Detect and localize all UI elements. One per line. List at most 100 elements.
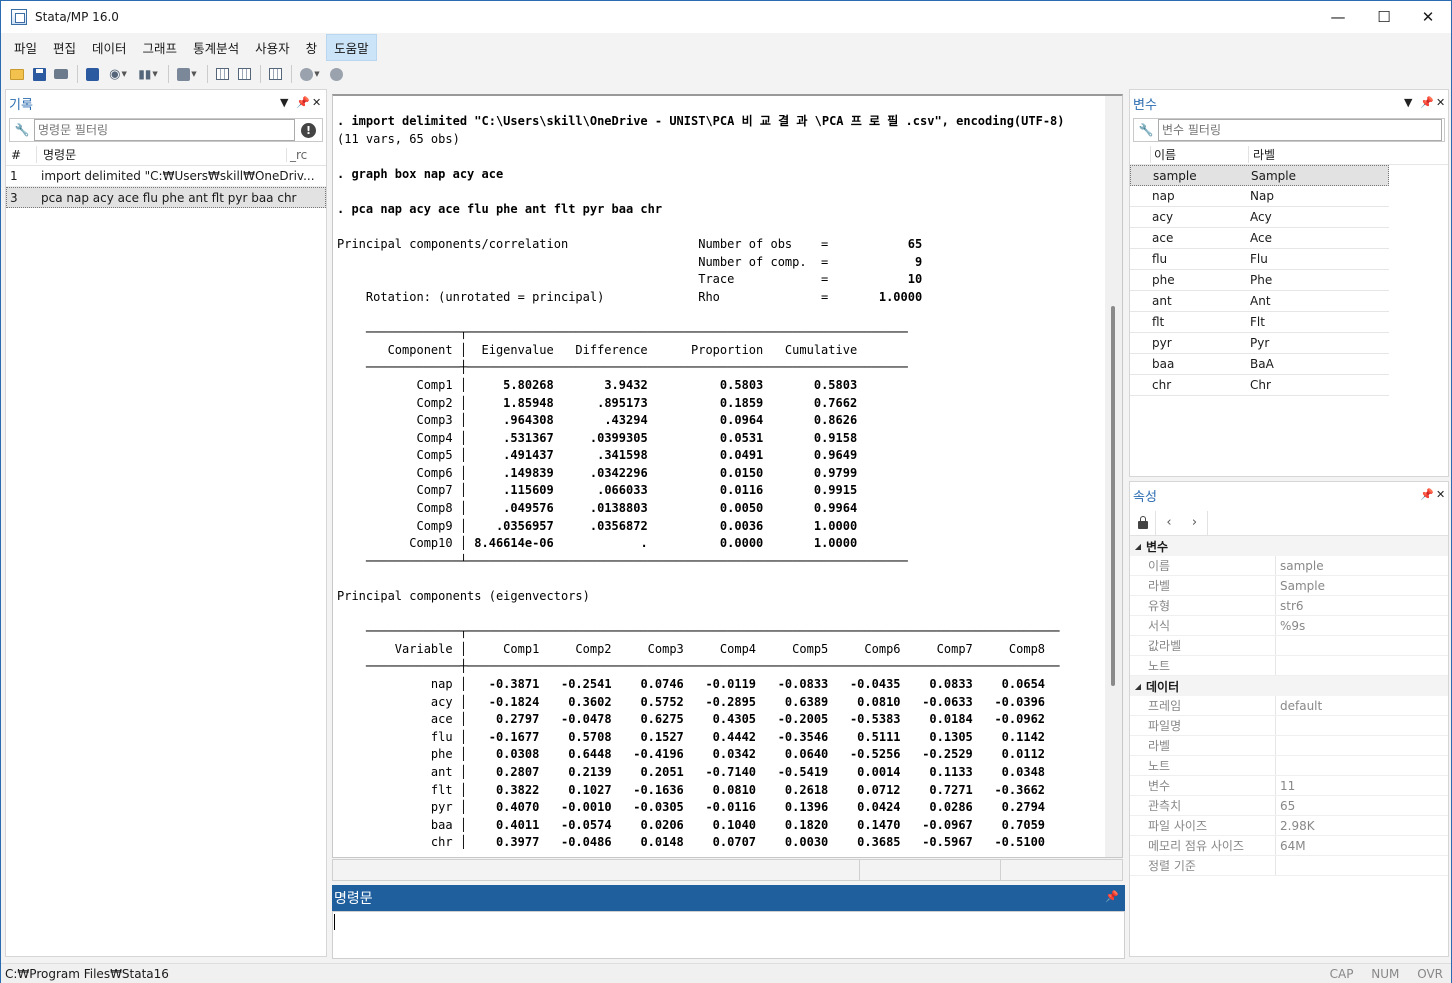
col-name[interactable]: 이름 bbox=[1150, 145, 1248, 163]
variable-row[interactable]: pyr Pyr bbox=[1130, 333, 1389, 354]
variables-manager-icon[interactable] bbox=[265, 64, 285, 84]
eigenvector-row: chr │ 0.3977 -0.0486 0.0148 0.0707 0.003… bbox=[337, 835, 1046, 850]
open-icon[interactable] bbox=[7, 64, 27, 84]
variable-row[interactable]: nap Nap bbox=[1130, 186, 1389, 207]
filter-icon[interactable]: ▼ bbox=[1404, 96, 1412, 109]
output-line: (11 vars, 65 obs) bbox=[337, 131, 460, 146]
print-icon[interactable] bbox=[51, 64, 71, 84]
collapse-icon[interactable]: ◢ bbox=[1130, 542, 1146, 551]
maximize-button[interactable]: ☐ bbox=[1361, 1, 1407, 33]
break-icon[interactable] bbox=[326, 64, 346, 84]
menu-graphics[interactable]: 그래프 bbox=[136, 35, 185, 60]
property-row[interactable]: 유형 str6 bbox=[1130, 596, 1448, 616]
col-num[interactable]: # bbox=[6, 148, 36, 162]
back-icon[interactable]: ‹ bbox=[1156, 511, 1182, 535]
variable-row[interactable]: ant Ant bbox=[1130, 291, 1389, 312]
variable-row[interactable]: phe Phe bbox=[1130, 270, 1389, 291]
forward-icon[interactable]: › bbox=[1182, 510, 1208, 535]
lock-icon[interactable] bbox=[1130, 510, 1156, 535]
wrench-icon[interactable]: 🔧 bbox=[10, 123, 34, 137]
property-row[interactable]: 프레임 default bbox=[1130, 696, 1448, 716]
variable-row[interactable]: chr Chr bbox=[1130, 375, 1389, 396]
eigen-row: Comp9 │ .0356957 .0356872 0.0036 1.0000 bbox=[337, 518, 858, 533]
menu-window[interactable]: 창 bbox=[299, 35, 325, 60]
property-key: 프레임 bbox=[1130, 696, 1276, 715]
history-row[interactable]: 1 import delimited "C:₩Users₩skill₩OneDr… bbox=[6, 166, 326, 187]
properties-panel: 속성 📌 ✕ ‹ › ◢ 변수 이름 sample 라벨 Sample 유형 str6 서식 %9… bbox=[1129, 481, 1449, 957]
variable-row[interactable]: acy Acy bbox=[1130, 207, 1389, 228]
property-value: 11 bbox=[1280, 778, 1296, 793]
variable-row[interactable]: sample Sample bbox=[1130, 165, 1389, 186]
collapse-icon[interactable]: ◢ bbox=[1130, 682, 1146, 691]
property-key: 서식 bbox=[1130, 616, 1276, 635]
variable-row[interactable]: ace Ace bbox=[1130, 228, 1389, 249]
save-icon[interactable] bbox=[29, 64, 49, 84]
col-rc[interactable]: _rc bbox=[286, 147, 307, 162]
eigenvector-row: ant │ 0.2807 0.2139 0.2051 -0.7140 -0.54… bbox=[337, 764, 1046, 779]
pin-icon[interactable]: 📌 bbox=[1420, 96, 1434, 109]
menu-user[interactable]: 사용자 bbox=[248, 35, 297, 60]
property-key: 정렬 기준 bbox=[1130, 856, 1276, 875]
property-row[interactable]: 값라벨 bbox=[1130, 636, 1448, 656]
variable-row[interactable]: baa BaA bbox=[1130, 354, 1389, 375]
variables-header: 이름 라벨 bbox=[1130, 144, 1448, 165]
filter-icon[interactable]: ▼ bbox=[280, 96, 288, 109]
property-row[interactable]: 노트 bbox=[1130, 756, 1448, 776]
col-label[interactable]: 라벨 bbox=[1248, 145, 1275, 163]
minimize-button[interactable]: — bbox=[1315, 1, 1361, 33]
command-input[interactable] bbox=[332, 911, 1125, 959]
property-row[interactable]: 서식 %9s bbox=[1130, 616, 1448, 636]
history-filter-input[interactable] bbox=[34, 119, 295, 141]
menu-data[interactable]: 데이터 bbox=[85, 35, 134, 60]
close-panel-icon[interactable]: ✕ bbox=[1436, 488, 1445, 501]
property-row[interactable]: 파일명 bbox=[1130, 716, 1448, 736]
alert-icon[interactable]: ! bbox=[301, 122, 316, 138]
properties-section[interactable]: ◢ 변수 bbox=[1130, 536, 1448, 556]
close-panel-icon[interactable]: ✕ bbox=[1436, 96, 1445, 109]
property-row[interactable]: 라벨 bbox=[1130, 736, 1448, 756]
history-row[interactable]: 3 pca nap acy ace flu phe ant flt pyr ba… bbox=[6, 187, 326, 208]
col-command[interactable]: 명령문 bbox=[36, 146, 286, 163]
property-row[interactable]: 관측치 65 bbox=[1130, 796, 1448, 816]
data-editor-browse-icon[interactable] bbox=[234, 64, 254, 84]
more-icon[interactable]: ▼ bbox=[296, 64, 324, 84]
property-row[interactable]: 라벨 Sample bbox=[1130, 576, 1448, 596]
results-scrollbar[interactable] bbox=[1105, 96, 1122, 857]
property-row[interactable]: 정렬 기준 bbox=[1130, 856, 1448, 876]
results-bottom-bar bbox=[332, 859, 1123, 881]
stata-app-icon bbox=[11, 9, 27, 25]
properties-section[interactable]: ◢ 데이터 bbox=[1130, 676, 1448, 696]
menu-edit[interactable]: 편집 bbox=[46, 35, 83, 60]
property-row[interactable]: 파일 사이즈 2.98K bbox=[1130, 816, 1448, 836]
status-num: NUM bbox=[1371, 966, 1400, 981]
variable-label: Flu bbox=[1250, 252, 1268, 266]
data-editor-edit-icon[interactable] bbox=[212, 64, 232, 84]
pin-icon[interactable]: 📌 bbox=[296, 96, 310, 109]
results-window[interactable]: . import delimited "C:\Users\skill\OneDr… bbox=[332, 94, 1123, 858]
pin-icon[interactable]: 📌 bbox=[1105, 890, 1119, 903]
do-file-editor-icon[interactable]: ▼ bbox=[173, 64, 201, 84]
menu-statistics[interactable]: 통계분석 bbox=[186, 35, 246, 60]
menu-help[interactable]: 도움말 bbox=[326, 33, 377, 61]
variable-label: Ace bbox=[1250, 231, 1272, 245]
property-row[interactable]: 노트 bbox=[1130, 656, 1448, 676]
viewer-icon[interactable]: ◉ ▼ bbox=[104, 64, 132, 84]
variable-row[interactable]: flt Flt bbox=[1130, 312, 1389, 333]
graph-icon[interactable]: ▮▮ ▼ bbox=[134, 64, 162, 84]
section-label: 변수 bbox=[1146, 539, 1169, 554]
status-path: C:₩Program Files₩Stata16 bbox=[5, 966, 169, 981]
close-button[interactable]: ✕ bbox=[1405, 1, 1451, 33]
log-icon[interactable] bbox=[82, 64, 102, 84]
variables-filter-input[interactable] bbox=[1158, 119, 1442, 141]
wrench-icon[interactable]: 🔧 bbox=[1134, 123, 1158, 137]
property-row[interactable]: 변수 11 bbox=[1130, 776, 1448, 796]
command-echo: . graph box nap acy ace bbox=[337, 166, 504, 181]
scrollbar-thumb[interactable] bbox=[1111, 306, 1115, 686]
variable-row[interactable]: flu Flu bbox=[1130, 249, 1389, 270]
property-row[interactable]: 이름 sample bbox=[1130, 556, 1448, 576]
property-row[interactable]: 메모리 점유 사이즈 64M bbox=[1130, 836, 1448, 856]
close-panel-icon[interactable]: ✕ bbox=[312, 96, 321, 109]
pin-icon[interactable]: 📌 bbox=[1420, 488, 1434, 501]
menu-file[interactable]: 파일 bbox=[7, 35, 44, 60]
property-value: str6 bbox=[1280, 598, 1304, 613]
